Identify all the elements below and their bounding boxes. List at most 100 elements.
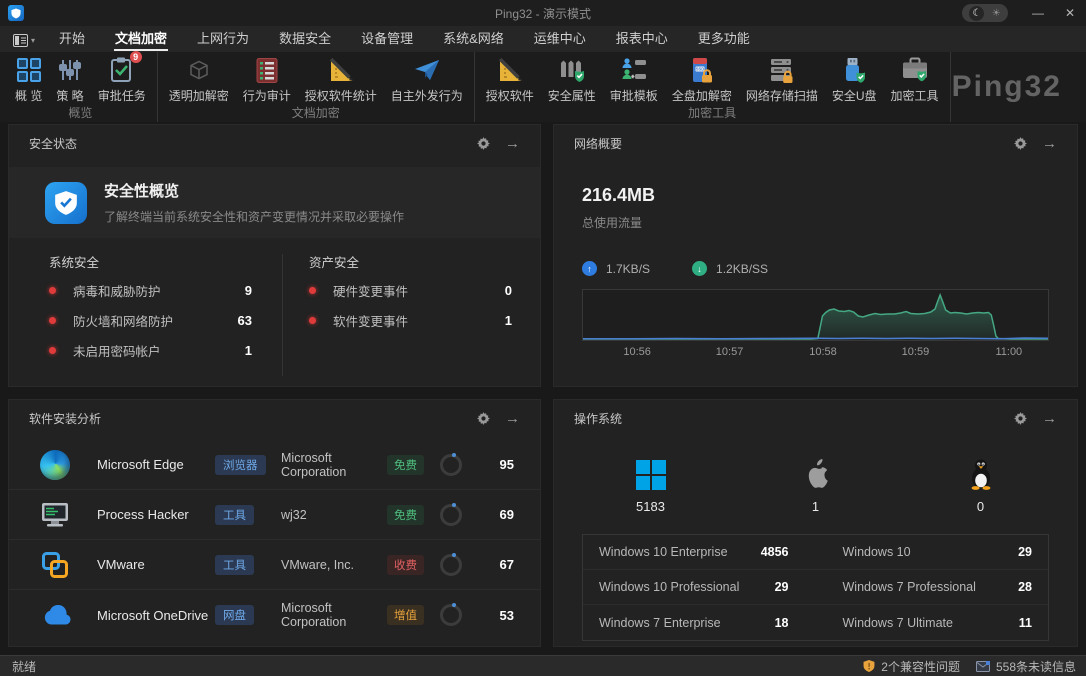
goto-arrow-icon[interactable]: →	[505, 411, 520, 426]
list-item[interactable]: 硬件变更事件 0	[309, 275, 512, 305]
ribbon-item-overview[interactable]: 概 览	[8, 52, 49, 104]
ribbon-item-approval-templates[interactable]: 审批模板	[603, 52, 665, 104]
tab-ops-center[interactable]: 运维中心	[519, 28, 601, 52]
alert-dot-icon	[49, 317, 56, 324]
table-cell[interactable]: Windows 10 Professional29	[583, 570, 805, 604]
ribbon-group-doc-encryption: 透明加解密 行为审计 授权软件统计	[158, 52, 475, 122]
sun-icon[interactable]: ☀	[992, 8, 1001, 19]
software-score: 95	[486, 457, 514, 472]
tab-more-functions[interactable]: 更多功能	[683, 28, 765, 52]
list-item[interactable]: 病毒和威胁防护 9	[49, 275, 252, 305]
software-score: 69	[486, 507, 514, 522]
panel-network-overview: 网络概要 → 216.4MB 总使用流量 ↑ 1.7KB/S ↓ 1.2KB/S…	[553, 124, 1078, 387]
security-overview-card[interactable]: 安全性概览 了解终端当前系统安全性和资产变更情况并采取必要操作	[9, 167, 540, 238]
tab-web-behavior[interactable]: 上网行为	[182, 28, 264, 52]
column-title: 系统安全	[49, 252, 252, 271]
list-item[interactable]: 软件变更事件 1	[309, 305, 512, 335]
compatibility-issues[interactable]: 2个兼容性问题	[863, 658, 960, 675]
os-apple[interactable]: 1	[786, 456, 846, 514]
panel-title: 操作系统	[574, 410, 622, 427]
unread-messages[interactable]: 558条未读信息	[976, 658, 1076, 675]
asset-security-column: 资产安全 硬件变更事件 0 软件变更事件 1	[309, 252, 512, 386]
clipboard-check-icon: 9	[108, 55, 136, 85]
shield-check-icon	[45, 182, 87, 224]
gear-icon[interactable]	[477, 412, 490, 425]
list-item[interactable]: 防火墙和网络防护 63	[49, 305, 252, 335]
window-title: Ping32 - 演示模式	[0, 5, 1086, 22]
download-rate: 1.2KB/SS	[716, 262, 768, 276]
warning-shield-icon	[863, 659, 875, 673]
table-cell[interactable]: Windows 7 Ultimate11	[827, 605, 1049, 640]
x-tick: 10:58	[809, 346, 837, 358]
software-row[interactable]: Microsoft Edge 浏览器 Microsoft Corporation…	[9, 440, 540, 490]
download-icon: ↓	[692, 261, 707, 276]
score-ring-icon	[440, 554, 462, 576]
list-item[interactable]: 未启用密码帐户 1	[49, 335, 252, 365]
gear-icon[interactable]	[1014, 412, 1027, 425]
table-cell[interactable]: Windows 7 Professional28	[827, 570, 1049, 604]
minimize-button[interactable]: —	[1022, 0, 1054, 26]
os-windows[interactable]: 5183	[621, 456, 681, 514]
table-cell[interactable]: Windows 7 Enterprise18	[583, 605, 805, 640]
fence-shield-icon	[558, 55, 586, 85]
close-button[interactable]: ✕	[1054, 0, 1086, 26]
ribbon-item-transparent-encryption[interactable]: 透明加解密	[162, 52, 236, 104]
panel-security-status: 安全状态 → 安全性概览 了解终端当前系统安全性和资产变更情况并采取必要操作 系…	[8, 124, 541, 387]
ribbon-group-overview: 概 览 策 略 9 审批任务 概览	[4, 52, 158, 122]
score-ring-icon	[440, 454, 462, 476]
ribbon-item-authorized-software-stats[interactable]: 授权软件统计	[298, 52, 384, 104]
main-menu-button[interactable]: ▾	[4, 34, 44, 52]
ribbon-item-encryption-tools[interactable]: 加密工具	[884, 52, 946, 104]
ribbon-item-security-properties[interactable]: 安全属性	[541, 52, 603, 104]
table-row: Windows 7 Enterprise18 Windows 7 Ultimat…	[583, 605, 1048, 640]
alert-dot-icon	[309, 317, 316, 324]
ribbon-item-fulldisk-encryption[interactable]: SSD 全盘加解密	[665, 52, 739, 104]
software-row[interactable]: Process Hacker 工具 wj32 免费 69	[9, 490, 540, 540]
theme-toggle[interactable]: ☾ ☀	[962, 4, 1008, 22]
goto-arrow-icon[interactable]: →	[1042, 136, 1057, 151]
goto-arrow-icon[interactable]: →	[1042, 411, 1057, 426]
ssd-lock-icon: SSD	[689, 55, 715, 85]
software-row[interactable]: VMware 工具 VMware, Inc. 收费 67	[9, 540, 540, 590]
tab-device-management[interactable]: 设备管理	[346, 28, 428, 52]
ribbon-item-network-storage-scan[interactable]: 网络存储扫描	[739, 52, 825, 104]
gear-icon[interactable]	[477, 137, 490, 150]
ribbon-item-secure-usb[interactable]: 安全U盘	[825, 52, 884, 104]
total-traffic-value: 216.4MB	[582, 185, 1049, 206]
total-traffic-label: 总使用流量	[582, 214, 1049, 231]
ribbon-item-approval-tasks[interactable]: 9 审批任务	[91, 52, 153, 104]
tab-document-encryption[interactable]: 文档加密	[100, 28, 182, 52]
onedrive-icon	[39, 599, 71, 631]
tab-report-center[interactable]: 报表中心	[601, 28, 683, 52]
table-cell[interactable]: Windows 1029	[827, 535, 1049, 569]
brand-watermark: Ping32	[952, 70, 1086, 104]
alert-dot-icon	[49, 347, 56, 354]
x-tick: 10:56	[623, 346, 651, 358]
goto-arrow-icon[interactable]: →	[505, 136, 520, 151]
item-count: 1	[245, 343, 252, 358]
panel-operating-systems: 操作系统 → 5183 1	[553, 399, 1078, 647]
gear-icon[interactable]	[1014, 137, 1027, 150]
os-linux[interactable]: 0	[951, 456, 1011, 514]
tab-system-network[interactable]: 系统&网络	[428, 28, 519, 52]
panel-title: 安全状态	[29, 135, 77, 152]
software-row[interactable]: Microsoft OneDrive 网盘 Microsoft Corporat…	[9, 590, 540, 640]
x-tick: 11:00	[995, 346, 1022, 358]
alert-dot-icon	[49, 287, 56, 294]
alert-dot-icon	[309, 287, 316, 294]
table-cell[interactable]: Windows 10 Enterprise4856	[583, 535, 805, 569]
flow-icon	[620, 55, 648, 85]
score-ring-icon	[440, 604, 462, 626]
menu-tabbar: ▾ 开始 文档加密 上网行为 数据安全 设备管理 系统&网络 运维中心 报表中心…	[0, 26, 1086, 52]
moon-icon[interactable]: ☾	[969, 6, 984, 21]
security-overview-title: 安全性概览	[104, 180, 404, 201]
ribbon-item-outgoing-behavior[interactable]: 自主外发行为	[384, 52, 470, 104]
ribbon-item-authorized-software[interactable]: 授权软件	[479, 52, 541, 104]
tab-data-security[interactable]: 数据安全	[264, 28, 346, 52]
ribbon-item-policy[interactable]: 策 略	[49, 52, 90, 104]
divider	[282, 254, 283, 376]
tab-start[interactable]: 开始	[44, 28, 100, 52]
ribbon-item-behavior-audit[interactable]: 行为审计	[236, 52, 298, 104]
dashboard: 安全状态 → 安全性概览 了解终端当前系统安全性和资产变更情况并采取必要操作 系…	[0, 122, 1086, 655]
app-logo-icon	[8, 5, 24, 21]
